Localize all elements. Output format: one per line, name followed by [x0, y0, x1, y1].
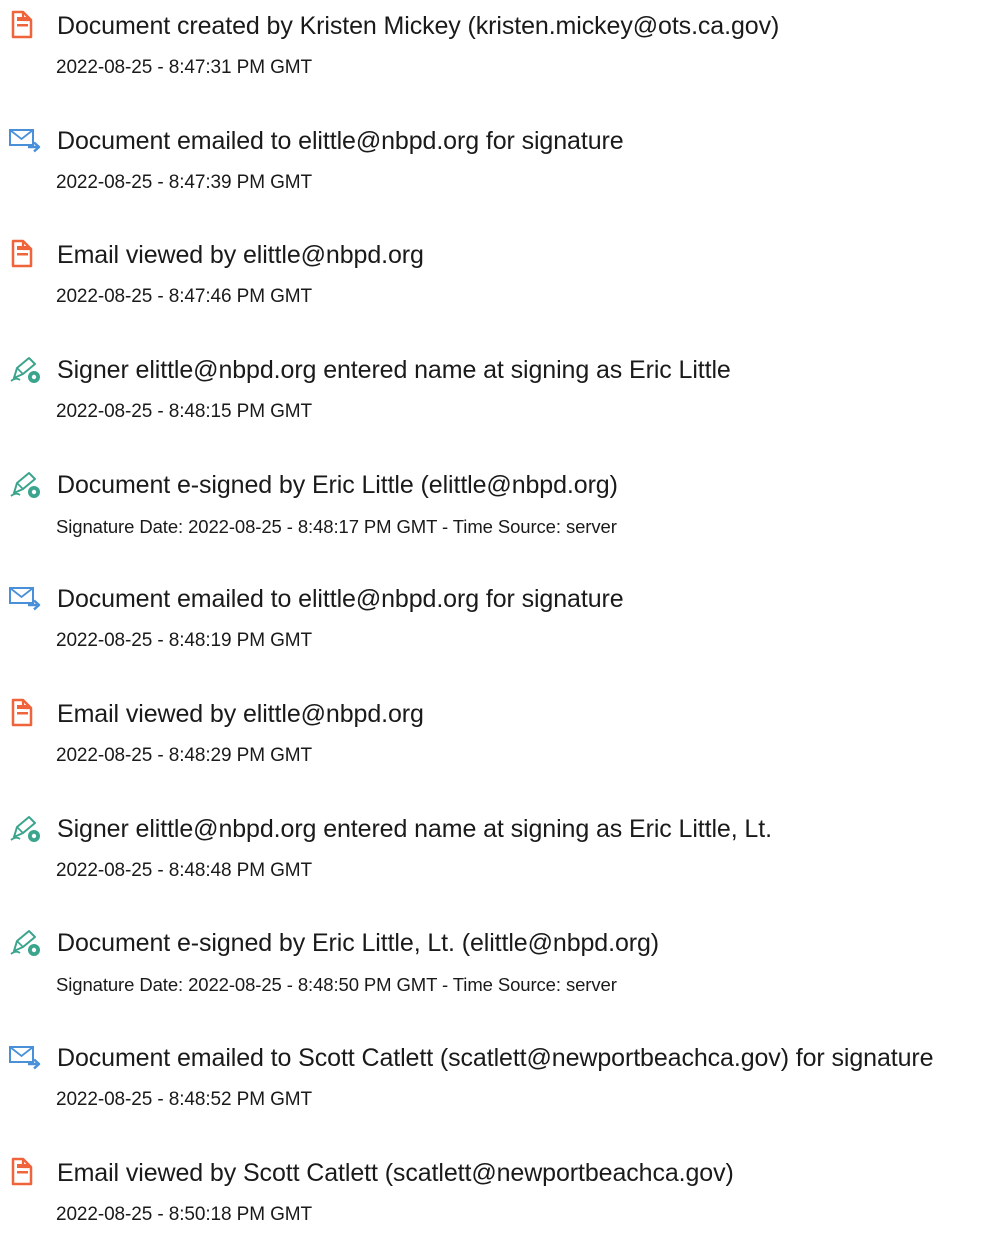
- event-timestamp: 2022-08-25 - 8:48:15 PM GMT: [56, 401, 313, 422]
- pen-signature-icon: [8, 927, 42, 957]
- email-sent-icon: [8, 125, 42, 155]
- pen-signature-icon: [8, 469, 42, 499]
- event-title: Document emailed to elittle@nbpd.org for…: [57, 127, 624, 155]
- event-title: Document emailed to elittle@nbpd.org for…: [57, 585, 624, 613]
- event-title: Document emailed to Scott Catlett (scatl…: [57, 1044, 934, 1072]
- email-sent-icon: [8, 1042, 42, 1072]
- event-timestamp: 2022-08-25 - 8:50:18 PM GMT: [56, 1204, 313, 1225]
- signature-date: Signature Date: 2022-08-25 - 8:48:50 PM …: [56, 974, 617, 995]
- audit-event: Document e-signed by Eric Little (elittl…: [0, 459, 1001, 559]
- event-timestamp: 2022-08-25 - 8:48:52 PM GMT: [56, 1089, 313, 1110]
- document-viewed-icon: [8, 698, 42, 728]
- audit-event: Email viewed by elittle@nbpd.org 2022-08…: [0, 229, 1001, 329]
- document-viewed-icon: [8, 1157, 42, 1187]
- pen-signature-icon: [8, 813, 42, 843]
- event-timestamp: 2022-08-25 - 8:47:46 PM GMT: [56, 286, 313, 307]
- email-sent-icon: [8, 583, 42, 613]
- document-created-icon: [8, 10, 42, 40]
- event-title: Email viewed by elittle@nbpd.org: [57, 700, 424, 728]
- event-timestamp: 2022-08-25 - 8:47:39 PM GMT: [56, 172, 313, 193]
- event-timestamp: 2022-08-25 - 8:48:19 PM GMT: [56, 630, 313, 651]
- event-title: Document e-signed by Eric Little (elittl…: [57, 471, 618, 499]
- event-timestamp: 2022-08-25 - 8:47:31 PM GMT: [56, 57, 313, 78]
- audit-event: Email viewed by elittle@nbpd.org 2022-08…: [0, 688, 1001, 788]
- audit-event: Document created by Kristen Mickey (kris…: [0, 0, 1001, 100]
- event-title: Document e-signed by Eric Little, Lt. (e…: [57, 929, 660, 957]
- audit-event: Document emailed to elittle@nbpd.org for…: [0, 115, 1001, 215]
- event-title: Signer elittle@nbpd.org entered name at …: [57, 815, 772, 843]
- audit-event: Document emailed to elittle@nbpd.org for…: [0, 573, 1001, 673]
- event-timestamp: 2022-08-25 - 8:48:48 PM GMT: [56, 860, 313, 881]
- document-viewed-icon: [8, 239, 42, 269]
- event-title: Signer elittle@nbpd.org entered name at …: [57, 356, 731, 384]
- event-title: Document created by Kristen Mickey (kris…: [57, 12, 780, 40]
- pen-signature-icon: [8, 354, 42, 384]
- audit-event: Email viewed by Scott Catlett (scatlett@…: [0, 1147, 1001, 1247]
- audit-event: Document e-signed by Eric Little, Lt. (e…: [0, 917, 1001, 1017]
- event-timestamp: 2022-08-25 - 8:48:29 PM GMT: [56, 745, 313, 766]
- event-title: Email viewed by elittle@nbpd.org: [57, 241, 424, 269]
- audit-event: Signer elittle@nbpd.org entered name at …: [0, 803, 1001, 903]
- signature-date: Signature Date: 2022-08-25 - 8:48:17 PM …: [56, 516, 617, 537]
- audit-event: Document emailed to Scott Catlett (scatl…: [0, 1032, 1001, 1132]
- audit-event: Signer elittle@nbpd.org entered name at …: [0, 344, 1001, 444]
- event-title: Email viewed by Scott Catlett (scatlett@…: [57, 1159, 734, 1187]
